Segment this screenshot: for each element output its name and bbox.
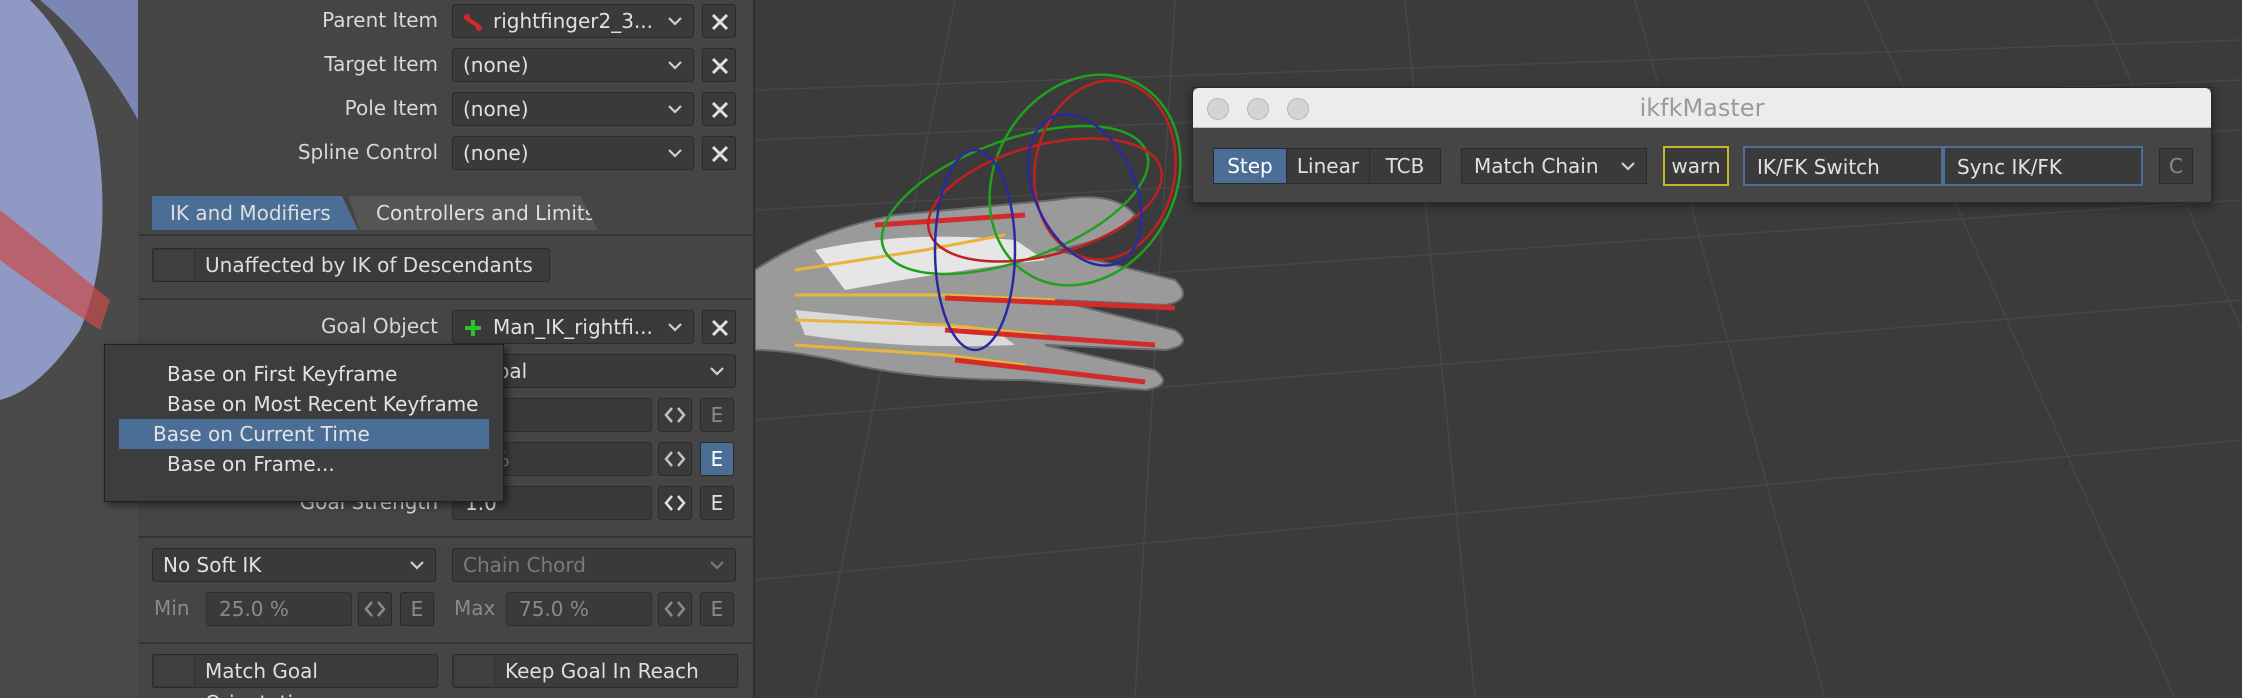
spline-control-dropdown[interactable]: (none) <box>452 136 694 170</box>
expression-button[interactable]: E <box>700 398 734 432</box>
toggle-indicator <box>455 657 495 685</box>
tcb-button[interactable]: TCB <box>1369 148 1441 184</box>
chevron-down-icon <box>668 105 682 114</box>
diamond-arrows-icon <box>664 601 686 617</box>
clear-parent-button[interactable] <box>702 4 736 38</box>
match-goal-label: Match Goal Orientation <box>205 659 318 698</box>
menu-item-first-keyframe[interactable]: Base on First Keyframe <box>119 359 489 389</box>
soft-ik-dropdown[interactable]: No Soft IK <box>152 548 436 582</box>
tab-ik-and-modifiers[interactable]: IK and Modifiers <box>152 196 358 230</box>
tab-underline <box>138 234 755 236</box>
chain-chord-dropdown[interactable]: Chain Chord <box>452 548 736 582</box>
menu-item-current-time[interactable]: Base on Current Time <box>119 419 489 449</box>
dialog-titlebar[interactable]: ikfkMaster <box>1193 88 2211 128</box>
min-label: Min <box>154 596 190 620</box>
keep-goal-label: Keep Goal In Reach <box>505 659 699 683</box>
expression-button[interactable]: E <box>700 592 734 626</box>
keep-goal-in-reach-toggle[interactable]: Keep Goal In Reach <box>452 654 738 688</box>
menu-item-most-recent-keyframe[interactable]: Base on Most Recent Keyframe <box>119 389 489 419</box>
min-field[interactable]: 25.0 % <box>206 592 352 626</box>
goal-object-label: Goal Object <box>320 314 438 338</box>
unaffected-by-ik-label: Unaffected by IK of Descendants <box>205 253 533 277</box>
separator <box>138 298 755 300</box>
clear-goal-button[interactable] <box>702 310 736 344</box>
expression-button[interactable]: E <box>400 592 434 626</box>
warn-button[interactable]: warn <box>1663 146 1729 186</box>
parent-item-label: Parent Item <box>322 8 438 32</box>
expression-button-active[interactable]: E <box>700 442 734 476</box>
target-item-label: Target Item <box>324 52 438 76</box>
target-item-dropdown[interactable]: (none) <box>452 48 694 82</box>
dialog-title: ikfkMaster <box>1639 94 1765 122</box>
separator <box>138 536 755 538</box>
envelope-button[interactable] <box>358 592 392 626</box>
ikfk-switch-button[interactable]: IK/FK Switch <box>1743 146 1943 186</box>
chevron-down-icon <box>1621 162 1635 171</box>
chevron-down-icon <box>710 561 724 570</box>
unaffected-by-ik-toggle[interactable]: Unaffected by IK of Descendants <box>152 248 550 282</box>
envelope-button[interactable] <box>658 398 692 432</box>
linear-button[interactable]: Linear <box>1286 148 1370 184</box>
expression-button[interactable]: E <box>700 486 734 520</box>
step-button[interactable]: Step <box>1213 148 1287 184</box>
pole-item-value: (none) <box>463 97 529 121</box>
goal-base-context-menu: Base on First Keyframe Base on Most Rece… <box>104 344 504 502</box>
diamond-arrows-icon <box>364 601 386 617</box>
envelope-button[interactable] <box>658 486 692 520</box>
parent-item-dropdown[interactable]: rightfinger2_3... <box>452 4 694 38</box>
match-chain-value: Match Chain <box>1474 154 1599 178</box>
chain-chord-value: Chain Chord <box>463 553 586 577</box>
c-button[interactable]: C <box>2159 148 2193 184</box>
soft-ik-value: No Soft IK <box>163 553 262 577</box>
bone-icon <box>464 14 482 31</box>
chevron-down-icon <box>668 17 682 26</box>
clear-pole-button[interactable] <box>702 92 736 126</box>
envelope-button[interactable] <box>658 442 692 476</box>
close-icon <box>711 101 729 119</box>
goal-object-value: Man_IK_rightfi... <box>493 315 653 339</box>
tab-controllers-and-limits[interactable]: Controllers and Limits <box>348 196 598 230</box>
toggle-indicator <box>155 251 195 279</box>
close-icon <box>711 57 729 75</box>
goal-object-dropdown[interactable]: Man_IK_rightfi... <box>452 310 694 344</box>
chevron-down-icon <box>710 367 724 376</box>
spline-control-value: (none) <box>463 141 529 165</box>
separator <box>138 642 755 644</box>
chevron-down-icon <box>668 149 682 158</box>
toggle-indicator <box>155 657 195 685</box>
pole-item-label: Pole Item <box>344 96 438 120</box>
diamond-arrows-icon <box>664 451 686 467</box>
diamond-arrows-icon <box>664 495 686 511</box>
menu-item-base-on-frame[interactable]: Base on Frame... <box>119 449 489 479</box>
ikfkmaster-dialog: ikfkMaster Step Linear TCB Match Chain w… <box>1192 87 2212 203</box>
target-item-value: (none) <box>463 53 529 77</box>
chevron-down-icon <box>410 561 424 570</box>
sync-ikfk-button[interactable]: Sync IK/FK <box>1943 146 2143 186</box>
parent-item-value: rightfinger2_3... <box>493 9 654 33</box>
diamond-arrows-icon <box>664 407 686 423</box>
max-label: Max <box>454 596 496 620</box>
chevron-down-icon <box>668 61 682 70</box>
close-icon <box>711 13 729 31</box>
max-field[interactable]: 75.0 % <box>506 592 652 626</box>
null-object-icon <box>465 320 481 336</box>
envelope-button[interactable] <box>658 592 692 626</box>
clear-target-button[interactable] <box>702 48 736 82</box>
chevron-down-icon <box>668 323 682 332</box>
close-icon <box>711 319 729 337</box>
close-icon <box>711 145 729 163</box>
match-chain-dropdown[interactable]: Match Chain <box>1461 148 1647 184</box>
clear-spline-button[interactable] <box>702 136 736 170</box>
pole-item-dropdown[interactable]: (none) <box>452 92 694 126</box>
match-goal-orientation-toggle[interactable]: Match Goal Orientation <box>152 654 438 698</box>
spline-control-label: Spline Control <box>297 140 438 164</box>
